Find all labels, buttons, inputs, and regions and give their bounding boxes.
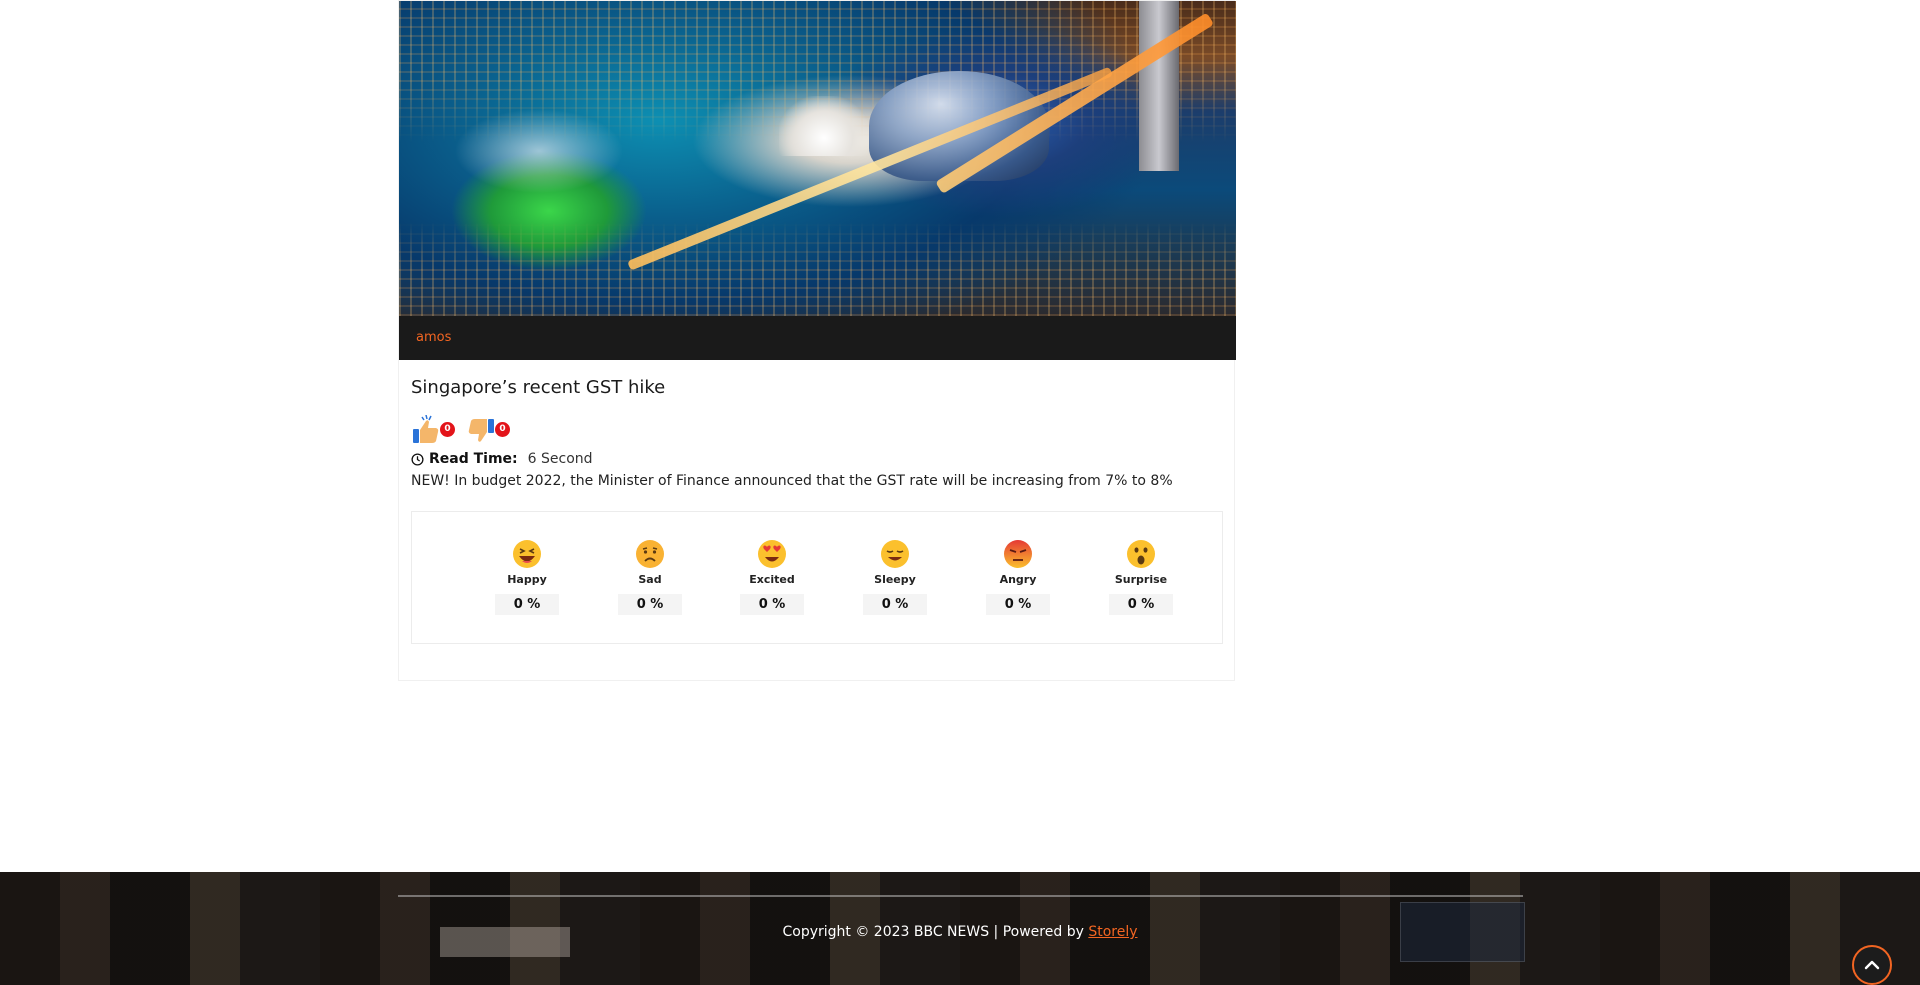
sad-emoji-icon	[636, 540, 664, 568]
sleepy-emoji-icon	[881, 540, 909, 568]
read-time-value: 6 Second	[527, 451, 593, 467]
reaction-label: Angry	[999, 573, 1037, 586]
read-time: Read Time: 6 Second	[411, 451, 593, 467]
reactions-panel: Happy 0 % Sad 0 % Excited 0 % Sleepy 0 %…	[411, 511, 1223, 644]
article-card: amos Singapore’s recent GST hike 0 0 Rea…	[398, 0, 1236, 681]
powered-by-link[interactable]: Storely	[1088, 924, 1137, 940]
happy-emoji-icon	[513, 540, 541, 568]
read-time-label: Read Time:	[429, 451, 518, 467]
reaction-label: Happy	[507, 573, 547, 586]
reaction-angry[interactable]: Angry 0 %	[983, 539, 1053, 615]
reaction-value: 0 %	[740, 594, 804, 615]
thumbs-down-icon	[468, 419, 494, 442]
reaction-excited[interactable]: Excited 0 %	[737, 539, 807, 615]
reaction-value: 0 %	[863, 594, 927, 615]
reaction-sad[interactable]: Sad 0 %	[615, 539, 685, 615]
reaction-happy[interactable]: Happy 0 %	[492, 539, 562, 615]
reaction-sleepy[interactable]: Sleepy 0 %	[860, 539, 930, 615]
reaction-value: 0 %	[495, 594, 559, 615]
reaction-label: Excited	[749, 573, 795, 586]
like-count: 0	[439, 421, 456, 438]
angry-emoji-icon	[1004, 540, 1032, 568]
author-bar: amos	[399, 316, 1236, 360]
article-title[interactable]: Singapore’s recent GST hike	[411, 377, 665, 398]
copyright: Copyright © 2023 BBC NEWS | Powered by S…	[0, 924, 1920, 940]
dislike-button[interactable]: 0	[466, 413, 511, 447]
reaction-label: Sad	[638, 573, 662, 586]
footer-divider	[398, 895, 1523, 897]
vote-buttons: 0 0	[411, 413, 531, 447]
copyright-text: Copyright © 2023 BBC NEWS | Powered by	[782, 924, 1084, 940]
reaction-surprise[interactable]: Surprise 0 %	[1106, 539, 1176, 615]
scroll-to-top-button[interactable]	[1852, 945, 1892, 985]
thumbs-up-icon	[413, 415, 439, 443]
article-excerpt: NEW! In budget 2022, the Minister of Fin…	[411, 473, 1173, 489]
author-link[interactable]: amos	[416, 330, 451, 345]
clock-icon	[411, 452, 424, 466]
reaction-value: 0 %	[986, 594, 1050, 615]
article-hero-image[interactable]	[399, 1, 1236, 316]
reaction-label: Surprise	[1114, 573, 1168, 586]
reaction-label: Sleepy	[874, 573, 916, 586]
like-button[interactable]: 0	[411, 413, 456, 447]
reaction-value: 0 %	[618, 594, 682, 615]
surprise-emoji-icon	[1127, 540, 1155, 568]
excited-emoji-icon	[758, 540, 786, 568]
site-footer: Copyright © 2023 BBC NEWS | Powered by S…	[0, 872, 1920, 985]
reaction-value: 0 %	[1109, 594, 1173, 615]
dislike-count: 0	[494, 421, 511, 438]
chevron-up-icon	[1864, 960, 1880, 970]
